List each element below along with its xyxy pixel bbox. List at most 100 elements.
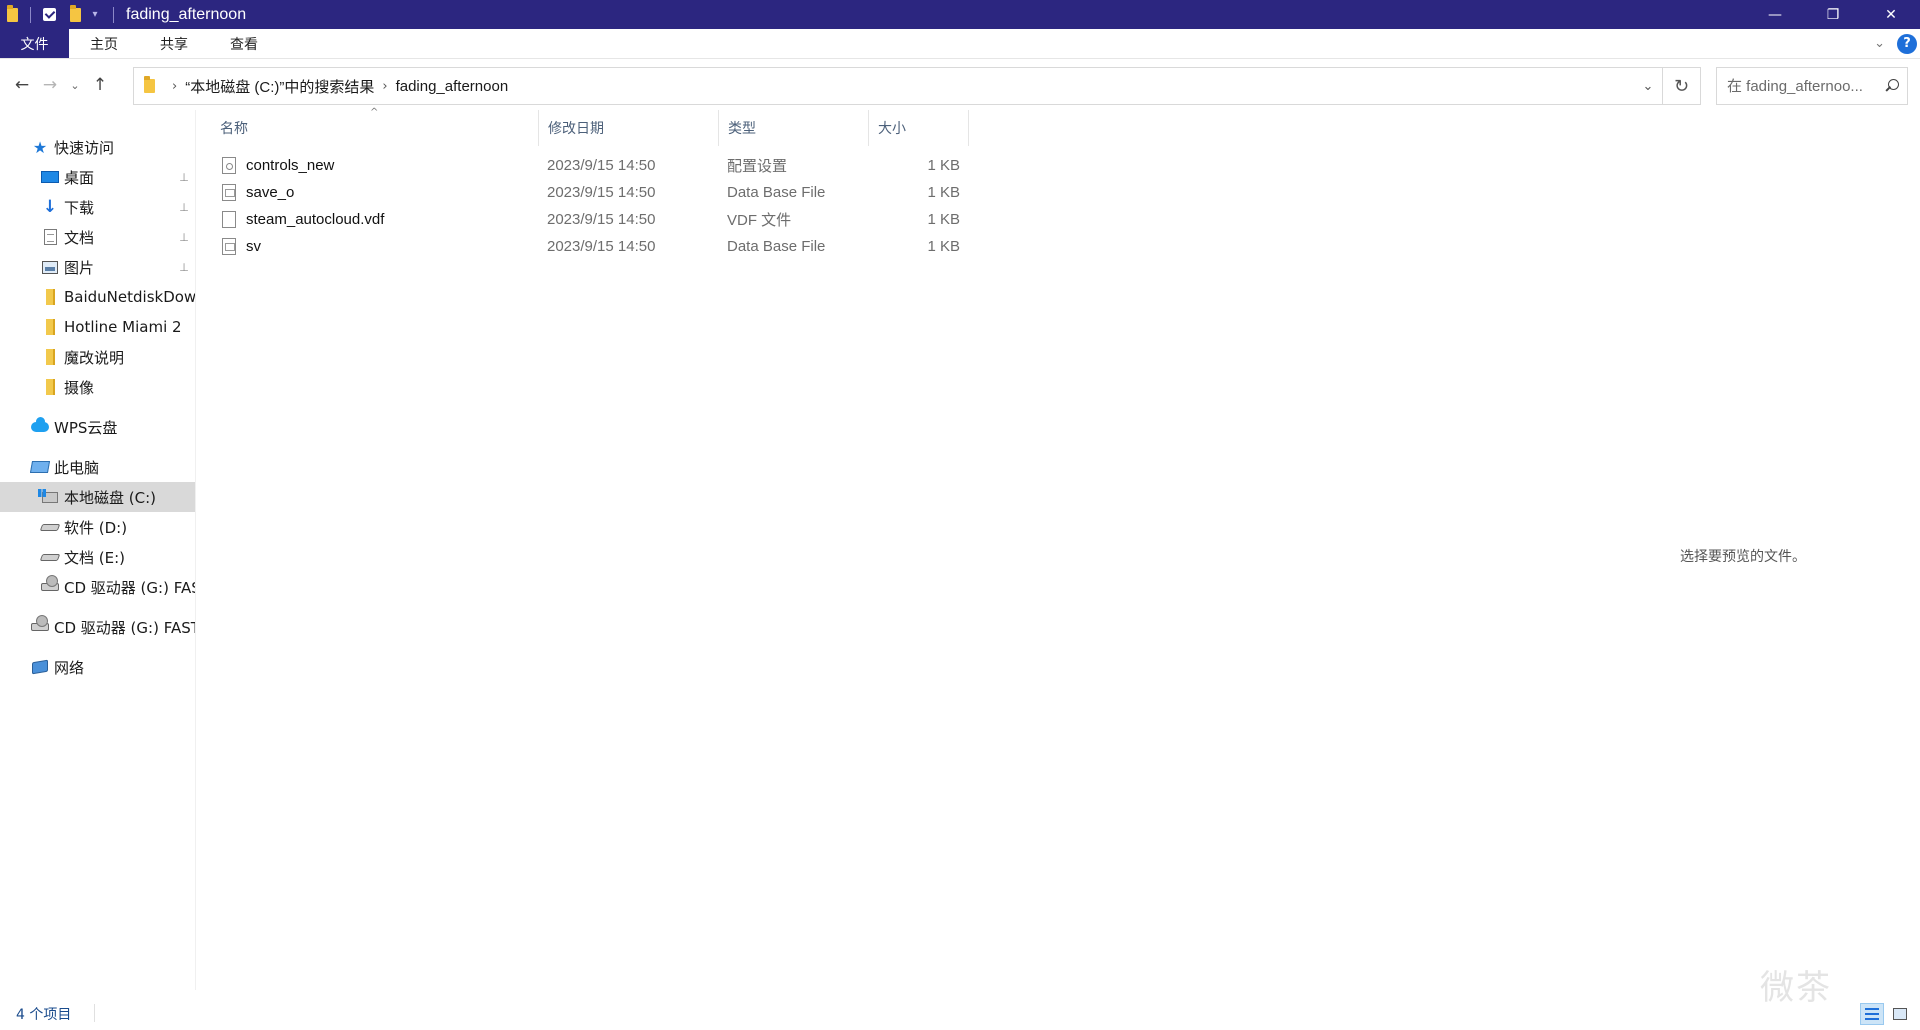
folder-icon [45,289,55,305]
breadcrumb-separator[interactable]: › [374,79,395,94]
minimize-button[interactable]: — [1746,0,1804,29]
sidebar-item-label: 网络 [54,658,85,677]
back-button[interactable]: ← [8,68,36,102]
folder-icon [45,319,55,335]
file-date: 2023/9/15 14:50 [547,184,656,201]
folder-icon [2,0,22,29]
navigation-pane: ★ 快速访问 桌面 ⊥ ↓ 下载 ⊥ 文档 ⊥ 图片 ⊥ BaiduNetdis… [0,124,195,994]
network-icon [32,659,48,675]
pictures-icon [42,260,58,274]
sidebar-item-label: 桌面 [64,168,95,187]
sidebar-item-label: 软件 (D:) [64,518,128,537]
sidebar-item-desktop[interactable]: 桌面 ⊥ [40,162,195,192]
blank-file-icon [222,211,236,228]
restore-button[interactable]: ❐ [1804,0,1862,29]
close-button[interactable]: ✕ [1862,0,1920,29]
sidebar-item-label: 快速访问 [54,138,115,157]
column-divider[interactable] [968,110,969,146]
file-size: 1 KB [927,211,960,228]
tab-view[interactable]: 查看 [209,29,279,58]
desktop-icon [41,171,59,183]
customize-toolbar-dropdown[interactable]: ▾ [85,0,105,29]
forward-button[interactable]: → [36,68,64,102]
sidebar-item-label: CD 驱动器 (G:) FAS [64,578,195,597]
sidebar-item-downloads[interactable]: ↓ 下载 ⊥ [40,192,195,222]
file-name: controls_new [246,157,335,174]
sidebar-item-drive-d[interactable]: 软件 (D:) [40,512,195,542]
sidebar-item-quick-access[interactable]: ★ 快速访问 [30,132,195,162]
column-header-name[interactable]: 名称 [210,110,538,146]
folder-icon [134,76,164,93]
download-icon: ↓ [42,197,58,217]
sidebar-item-label: WPS云盘 [54,418,118,437]
recent-locations-dropdown[interactable]: ⌄ [64,68,86,102]
search-input[interactable] [1725,76,1875,96]
address-history-dropdown[interactable]: ⌄ [1634,79,1662,94]
expand-ribbon-chevron-icon[interactable]: ⌄ [1874,36,1885,51]
database-file-icon [222,184,236,201]
file-row[interactable]: save_o 2023/9/15 14:50 Data Base File 1 … [210,179,970,206]
large-icons-view-button[interactable] [1888,1003,1912,1025]
details-view-button[interactable] [1860,1003,1884,1025]
sidebar-item-label: 文档 [64,228,95,247]
drive-icon [40,553,61,561]
help-icon[interactable]: ? [1897,33,1917,54]
up-button[interactable]: ↑ [86,68,114,102]
file-date: 2023/9/15 14:50 [547,238,656,255]
properties-checkbox-icon[interactable] [39,0,59,29]
window-title: fading_afternoon [126,5,247,23]
file-row[interactable]: steam_autocloud.vdf 2023/9/15 14:50 VDF … [210,206,970,233]
navigation-bar: ← → ⌄ ↑ › “本地磁盘 (C:)”中的搜索结果 › fading_aft… [0,60,1920,110]
quick-access-toolbar: ▾ [0,0,122,29]
sidebar-item-label: 此电脑 [54,458,100,477]
tab-home[interactable]: 主页 [69,29,139,58]
breadcrumb-current-folder[interactable]: fading_afternoon [396,78,509,95]
sidebar-item-folder[interactable]: Hotline Miami 2 [40,312,195,342]
status-divider [94,1004,95,1022]
pin-icon: ⊥ [179,260,189,274]
star-icon: ★ [32,137,48,157]
breadcrumb-separator[interactable]: › [164,79,185,94]
sidebar-item-label: 下载 [64,198,95,217]
file-row[interactable]: controls_new 2023/9/15 14:50 配置设置 1 KB [210,152,970,179]
sidebar-item-folder[interactable]: BaiduNetdiskDow [40,282,195,312]
address-bar[interactable]: › “本地磁盘 (C:)”中的搜索结果 › fading_afternoon ⌄ [133,67,1663,105]
sidebar-item-drive-e[interactable]: 文档 (E:) [40,542,195,572]
item-count: 4 个项目 [16,1007,72,1023]
folder-icon [45,349,55,365]
file-size: 1 KB [927,184,960,201]
sidebar-item-network[interactable]: 网络 [30,652,195,682]
search-box[interactable] [1716,67,1908,105]
sidebar-item-cd-drive[interactable]: CD 驱动器 (G:) FAST [30,612,195,642]
sidebar-item-drive-g[interactable]: CD 驱动器 (G:) FAS [40,572,195,602]
computer-icon [30,461,51,473]
toolbar-divider [113,6,114,23]
sidebar-item-wps-cloud[interactable]: WPS云盘 [30,412,195,442]
tab-file[interactable]: 文件 [0,29,69,58]
sidebar-item-label: CD 驱动器 (G:) FAST [54,618,195,637]
tab-share[interactable]: 共享 [139,29,209,58]
watermark: 微茶 [1760,968,1832,1008]
new-folder-icon[interactable] [65,0,85,29]
column-header-date[interactable]: 修改日期 [538,110,718,146]
sidebar-item-drive-c[interactable]: 本地磁盘 (C:) [0,482,195,512]
breadcrumb-search-results[interactable]: “本地磁盘 (C:)”中的搜索结果 [185,76,374,97]
sidebar-item-folder[interactable]: 摄像 [40,372,195,402]
sidebar-item-folder[interactable]: 魔改说明 [40,342,195,372]
sidebar-item-this-pc[interactable]: 此电脑 [30,452,195,482]
file-type: Data Base File [727,184,826,201]
sidebar-item-label: 文档 (E:) [64,548,126,567]
cloud-icon [31,417,49,432]
search-icon[interactable] [1885,79,1899,93]
column-header-type[interactable]: 类型 [718,110,868,146]
title-bar: ▾ fading_afternoon — ❐ ✕ [0,0,1920,29]
refresh-button[interactable]: ↻ [1663,67,1701,105]
file-type: Data Base File [727,238,826,255]
sidebar-item-pictures[interactable]: 图片 ⊥ [40,252,195,282]
system-drive-icon [38,488,58,503]
column-header-size[interactable]: 大小 [868,110,968,146]
sidebar-item-documents[interactable]: 文档 ⊥ [40,222,195,252]
sidebar-item-label: 本地磁盘 (C:) [64,488,156,507]
file-row[interactable]: sv 2023/9/15 14:50 Data Base File 1 KB [210,233,970,260]
pane-divider[interactable] [195,110,196,990]
